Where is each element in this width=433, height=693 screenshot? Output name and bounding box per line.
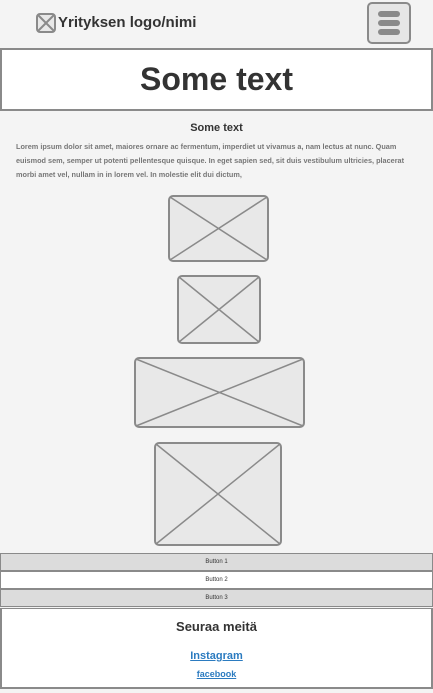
hero-title: Some text bbox=[140, 61, 293, 97]
content-paragraph: Lorem ipsum dolor sit amet, maiores orna… bbox=[16, 142, 405, 179]
image-placeholder-icon[interactable] bbox=[36, 13, 56, 33]
site-header: Yrityksen logo/nimi bbox=[0, 0, 433, 48]
button-3[interactable]: Button 3 bbox=[0, 589, 433, 607]
image-placeholder-2 bbox=[177, 275, 261, 344]
image-placeholder-3 bbox=[134, 357, 305, 428]
button-2[interactable]: Button 2 bbox=[0, 571, 433, 589]
instagram-link[interactable]: Instagram bbox=[2, 650, 431, 662]
brand-name[interactable]: Yrityksen logo/nimi bbox=[58, 13, 196, 33]
hamburger-menu-icon[interactable] bbox=[367, 2, 411, 44]
image-placeholder-4 bbox=[154, 442, 282, 546]
facebook-link[interactable]: facebook bbox=[2, 669, 431, 679]
hero-banner: Some text bbox=[0, 48, 433, 111]
image-placeholder-1 bbox=[168, 195, 269, 262]
button-1[interactable]: Button 1 bbox=[0, 553, 433, 571]
site-footer: Seuraa meitä Instagram facebook bbox=[0, 608, 433, 689]
follow-title: Seuraa meitä bbox=[176, 619, 257, 634]
content-title: Some text bbox=[190, 122, 243, 134]
